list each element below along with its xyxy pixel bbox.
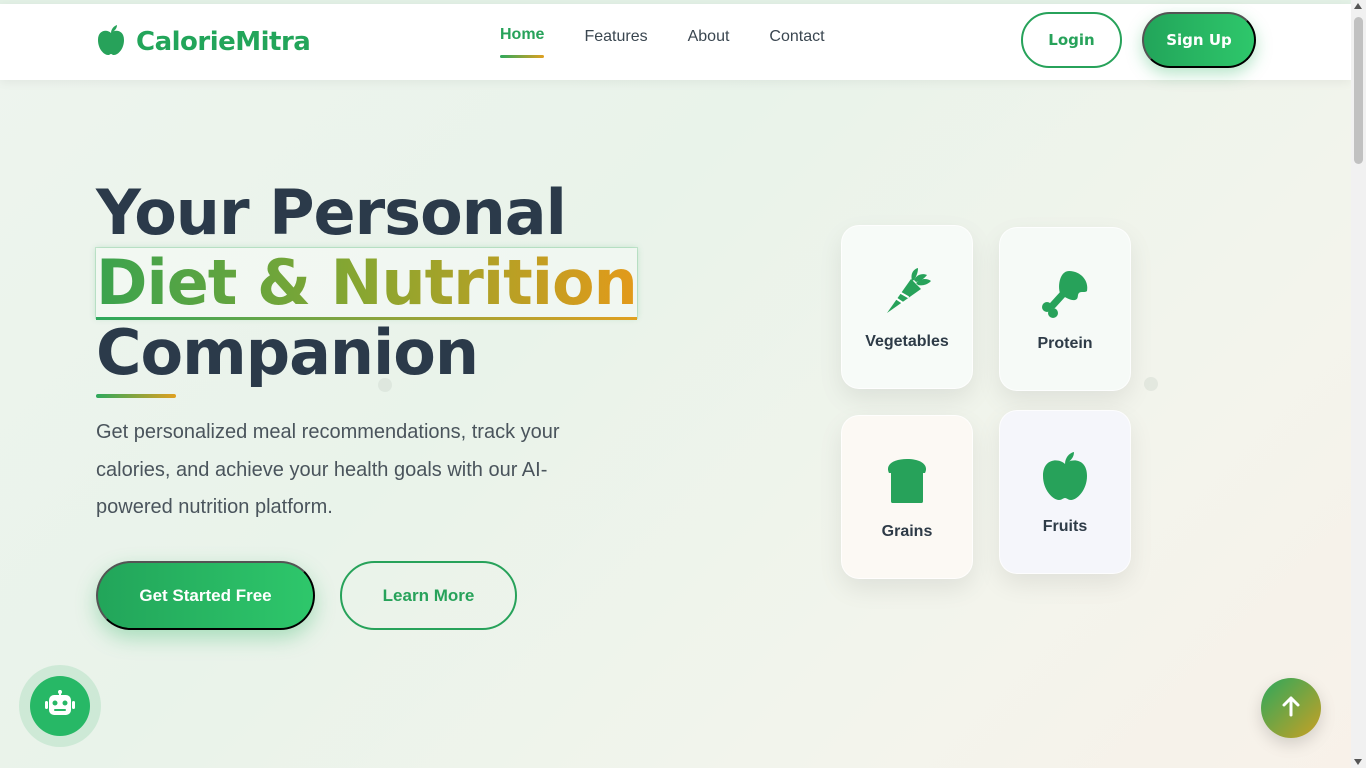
signup-button[interactable]: Sign Up <box>1142 12 1256 68</box>
category-card-vegetables[interactable]: Vegetables <box>841 225 973 389</box>
hero-title-line1: Your Personal <box>96 176 567 249</box>
hero-title-line2: Diet & Nutrition <box>96 246 638 319</box>
navbar: CalorieMitra Home Features About Contact… <box>0 4 1351 80</box>
page-scrollbar[interactable] <box>1351 0 1366 768</box>
brand-logo[interactable]: CalorieMitra <box>96 24 311 60</box>
bread-icon <box>879 453 935 509</box>
category-card-grains[interactable]: Grains <box>841 415 973 579</box>
learn-more-button[interactable]: Learn More <box>340 561 517 630</box>
hero-title-highlight: Diet & Nutrition <box>95 246 638 320</box>
nav-link-home[interactable]: Home <box>500 26 545 58</box>
category-label: Fruits <box>1042 518 1088 535</box>
hero-description: Get personalized meal recommendations, t… <box>96 421 560 518</box>
title-underline <box>96 394 176 398</box>
arrow-up-icon <box>1280 695 1302 721</box>
decor-dot <box>378 378 392 392</box>
nav-link-contact[interactable]: Contact <box>769 28 824 58</box>
scrollbar-thumb[interactable] <box>1354 17 1363 164</box>
category-card-fruits[interactable]: Fruits <box>999 410 1131 574</box>
main-nav: Home Features About Contact <box>500 26 825 58</box>
brand-name: CalorieMitra <box>136 27 311 57</box>
get-started-button[interactable]: Get Started Free <box>96 561 315 630</box>
apple-icon <box>96 24 126 60</box>
carrot-icon <box>879 263 935 319</box>
scroll-up-arrow-icon[interactable] <box>1354 3 1362 9</box>
category-label: Protein <box>1037 335 1093 352</box>
drumstick-icon <box>1037 265 1093 321</box>
apple-icon <box>1037 448 1093 504</box>
nav-link-features[interactable]: Features <box>584 28 647 58</box>
category-label: Vegetables <box>865 333 949 350</box>
login-button[interactable]: Login <box>1021 12 1122 68</box>
scroll-down-arrow-icon[interactable] <box>1354 759 1362 765</box>
chatbot-button-inner <box>30 676 90 736</box>
category-label: Grains <box>881 523 933 540</box>
chatbot-button[interactable] <box>19 665 101 747</box>
category-card-protein[interactable]: Protein <box>999 227 1131 391</box>
robot-icon <box>44 690 76 722</box>
scroll-to-top-button[interactable] <box>1261 678 1321 738</box>
nav-link-about[interactable]: About <box>688 28 730 58</box>
hero-title-line3: Companion <box>96 316 479 389</box>
hero-title: Your Personal Diet & Nutrition Companion <box>95 176 638 389</box>
decor-dot <box>1144 377 1158 391</box>
